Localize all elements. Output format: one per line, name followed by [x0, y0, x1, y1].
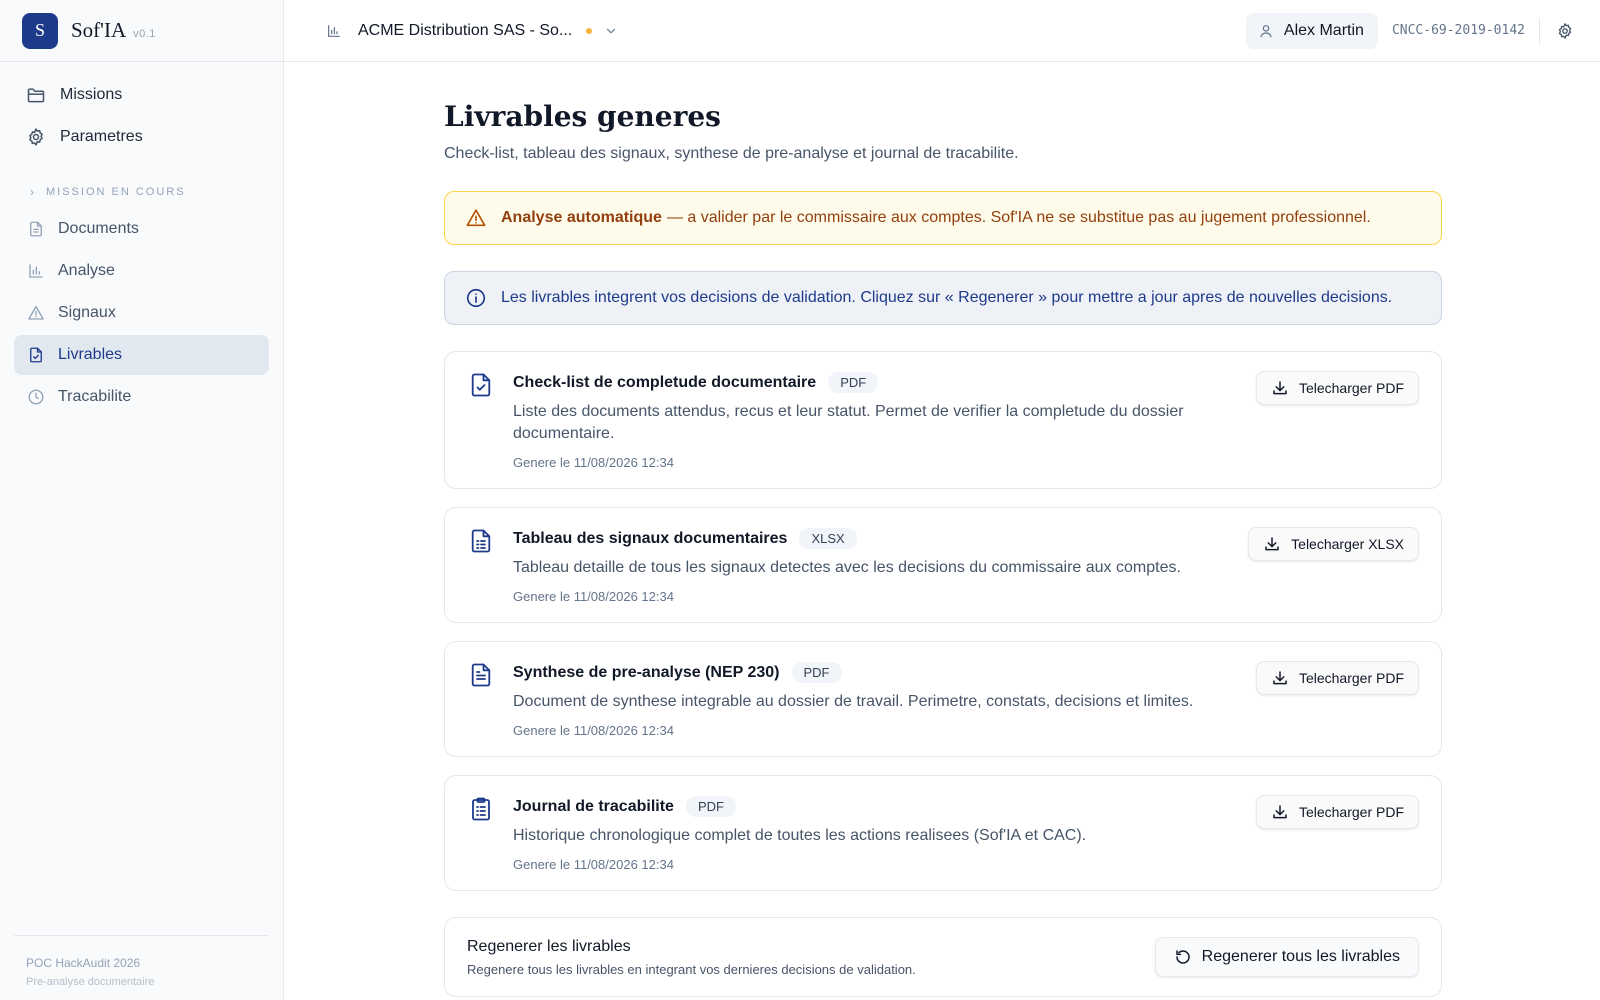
- card-generated-date: Genere le 11/08/2026 12:34: [513, 589, 674, 604]
- sidebar-item-livrables[interactable]: Livrables: [14, 335, 269, 375]
- info-text: Les livrables integrent vos decisions de…: [501, 289, 1393, 306]
- sidebar-item-signaux[interactable]: Signaux: [14, 293, 269, 333]
- deliverable-card-checklist: Check-list de completude documentaire PD…: [444, 351, 1442, 489]
- chevron-right-icon: ›: [30, 185, 36, 199]
- status-dot: [586, 27, 593, 34]
- mission-name: ACME Distribution SAS - So...: [358, 21, 573, 39]
- page-title: Livrables generes: [444, 100, 721, 133]
- card-description: Document de synthese integrable au dossi…: [513, 693, 1194, 710]
- sidebar-item-analyse[interactable]: Analyse: [14, 251, 269, 291]
- mission-selector[interactable]: ACME Distribution SAS - So...: [326, 22, 618, 40]
- file-text-icon: [469, 662, 493, 688]
- document-icon: [26, 219, 46, 239]
- card-title: Synthese de pre-analyse (NEP 230): [513, 663, 780, 681]
- sidebar-item-tracabilite[interactable]: Tracabilite: [14, 377, 269, 417]
- card-generated-date: Genere le 11/08/2026 12:34: [513, 455, 674, 470]
- folder-icon: [26, 85, 46, 105]
- file-spreadsheet-icon: [469, 528, 493, 554]
- sidebar-item-label: Parametres: [60, 128, 143, 145]
- sidebar-item-label: Missions: [60, 86, 123, 103]
- format-badge: PDF: [828, 372, 879, 393]
- warning-banner: Analyse automatique — a valider par le c…: [444, 191, 1442, 245]
- download-icon: [1271, 803, 1289, 821]
- regenerate-title: Regenerer les livrables: [467, 937, 631, 955]
- button-label: Telecharger PDF: [1298, 380, 1404, 396]
- card-description: Liste des documents attendus, recus et l…: [513, 403, 1184, 442]
- warning-text: — a valider par le commissaire aux compt…: [666, 209, 1371, 226]
- warning-icon: [465, 207, 487, 229]
- footer-project: POC HackAudit 2026: [26, 956, 141, 970]
- app-version: v0.1: [133, 27, 156, 40]
- user-menu[interactable]: Alex Martin: [1245, 12, 1378, 49]
- card-title: Journal de tracabilite: [513, 797, 674, 815]
- main-content: Livrables generes Check-list, tableau de…: [444, 62, 1442, 997]
- format-badge: PDF: [791, 662, 842, 683]
- format-badge: PDF: [685, 796, 736, 817]
- download-pdf-button[interactable]: Telecharger PDF: [1255, 371, 1419, 405]
- sidebar-nav: Missions Parametres › MISSION EN COURS D…: [0, 62, 283, 417]
- sidebar-item-label: Documents: [58, 220, 139, 237]
- download-pdf-button[interactable]: Telecharger PDF: [1255, 795, 1419, 829]
- download-xlsx-button[interactable]: Telecharger XLSX: [1248, 527, 1419, 561]
- sidebar-item-label: Analyse: [58, 262, 115, 279]
- file-check-icon: [26, 345, 46, 365]
- deliverable-card-synthese: Synthese de pre-analyse (NEP 230) PDF Do…: [444, 641, 1442, 757]
- section-label-mission[interactable]: › MISSION EN COURS: [14, 185, 269, 199]
- topbar-right: Alex Martin CNCC-69-2019-0142: [1245, 12, 1574, 49]
- warning-title: Analyse automatique: [501, 209, 662, 226]
- button-label: Regenerer tous les livrables: [1201, 948, 1400, 965]
- info-banner: Les livrables integrent vos decisions de…: [444, 271, 1442, 325]
- warning-icon: [26, 303, 46, 323]
- sidebar-item-documents[interactable]: Documents: [14, 209, 269, 249]
- bar-chart-icon: [326, 23, 342, 39]
- sidebar-item-parametres[interactable]: Parametres: [14, 117, 269, 157]
- topbar: ACME Distribution SAS - So... Alex Marti…: [284, 0, 1600, 62]
- clipboard-list-icon: [469, 796, 493, 822]
- button-label: Telecharger XLSX: [1291, 536, 1404, 552]
- card-title: Check-list de completude documentaire: [513, 373, 817, 391]
- user-icon: [1258, 23, 1274, 39]
- file-check-icon: [469, 372, 493, 398]
- sidebar-item-label: Tracabilite: [58, 388, 132, 405]
- card-description: Historique chronologique complet de tout…: [513, 827, 1087, 844]
- section-label-text: MISSION EN COURS: [46, 186, 186, 198]
- regenerate-text: Regenerer les livrables Regenere tous le…: [467, 938, 1155, 977]
- sidebar-item-missions[interactable]: Missions: [14, 75, 269, 115]
- refresh-icon: [1174, 948, 1192, 966]
- page-subtitle: Check-list, tableau des signaux, synthes…: [444, 145, 1019, 162]
- user-name: Alex Martin: [1283, 21, 1364, 39]
- regenerate-description: Regenere tous les livrables en integrant…: [467, 961, 916, 977]
- card-generated-date: Genere le 11/08/2026 12:34: [513, 857, 674, 872]
- card-title: Tableau des signaux documentaires: [513, 529, 788, 547]
- card-generated-date: Genere le 11/08/2026 12:34: [513, 723, 674, 738]
- download-icon: [1263, 535, 1281, 553]
- regenerate-all-button[interactable]: Regenerer tous les livrables: [1154, 937, 1419, 977]
- clock-icon: [26, 387, 46, 407]
- regenerate-panel: Regenerer les livrables Regenere tous le…: [444, 917, 1442, 997]
- chevron-down-icon: [604, 24, 618, 38]
- footer-tagline: Pre-analyse documentaire: [26, 976, 155, 988]
- download-icon: [1271, 669, 1289, 687]
- app-logo[interactable]: S: [22, 12, 58, 49]
- cncc-id: CNCC-69-2019-0142: [1392, 17, 1540, 44]
- brand-header: S Sof'IA v0.1: [0, 0, 283, 62]
- format-badge: XLSX: [799, 528, 857, 549]
- button-label: Telecharger PDF: [1298, 804, 1404, 820]
- download-pdf-button[interactable]: Telecharger PDF: [1255, 661, 1419, 695]
- deliverable-card-journal: Journal de tracabilite PDF Historique ch…: [444, 775, 1442, 891]
- sidebar: S Sof'IA v0.1 Missions Parametres › MISS…: [0, 0, 284, 1000]
- button-label: Telecharger PDF: [1298, 670, 1404, 686]
- card-description: Tableau detaille de tous les signaux det…: [513, 559, 1181, 576]
- sidebar-item-label: Signaux: [58, 304, 116, 321]
- sidebar-item-label: Livrables: [58, 346, 123, 363]
- bar-chart-icon: [26, 261, 46, 281]
- download-icon: [1271, 379, 1289, 397]
- sidebar-footer: POC HackAudit 2026 Pre-analyse documenta…: [14, 935, 269, 988]
- gear-icon[interactable]: [1556, 22, 1574, 40]
- gear-icon: [26, 127, 46, 147]
- deliverable-card-signaux: Tableau des signaux documentaires XLSX T…: [444, 507, 1442, 623]
- app-name: Sof'IA: [71, 18, 127, 42]
- info-icon: [465, 287, 487, 309]
